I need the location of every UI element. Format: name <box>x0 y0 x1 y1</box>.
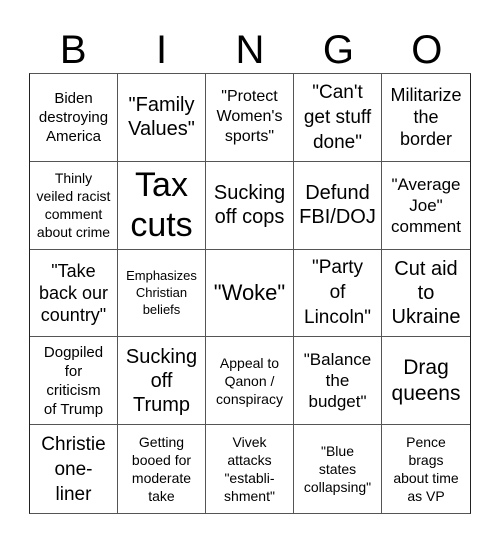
cell-text: "Protect Women's sports" <box>216 88 283 146</box>
cell-text: Pence brags about time as VP <box>393 434 459 505</box>
bingo-cell[interactable]: Cut aid to Ukraine <box>382 250 470 338</box>
bingo-cell[interactable]: Thinly veiled racist comment about crime <box>30 161 118 250</box>
cell-text: Dogpiled for criticism of Trump <box>43 343 104 418</box>
bingo-cell[interactable]: Defund FBI/DOJ <box>294 161 382 250</box>
cell-text: Drag queens <box>391 355 461 405</box>
bingo-cell[interactable]: "Take back our country" <box>30 249 118 338</box>
cell-text: Sucking off cops <box>213 182 286 229</box>
bingo-cell[interactable]: Biden destroying America <box>30 74 118 162</box>
cell-text: Vivek attacks "establi- shment" <box>224 434 275 505</box>
header-letter-g: G <box>322 28 354 72</box>
bingo-cell[interactable]: "Family Values" <box>118 74 206 162</box>
bingo-cell[interactable]: "Average Joe" comment <box>382 162 470 250</box>
bingo-header: B I N G O <box>29 28 471 73</box>
bingo-cell[interactable]: Appeal to Qanon / conspiracy <box>206 337 294 426</box>
bingo-cell[interactable]: Sucking off Trump <box>118 337 206 426</box>
cell-text: "Can't get stuff done" <box>303 81 372 153</box>
header-letter-i: I <box>156 28 168 72</box>
bingo-cell[interactable]: Emphasizes Christian beliefs <box>118 249 206 338</box>
bingo-cell[interactable]: Dogpiled for criticism of Trump <box>30 337 118 426</box>
cell-text: Cut aid to Ukraine <box>391 257 461 328</box>
bingo-cell[interactable]: "Blue states collapsing" <box>294 425 382 513</box>
cell-text: Sucking off Trump <box>125 345 198 416</box>
cell-text: Militarize the border <box>390 85 462 150</box>
header-letter-b: B <box>59 28 87 72</box>
bingo-cell[interactable]: "Can't get stuff done" <box>294 74 382 162</box>
cell-text: "Party of Lincoln" <box>304 257 371 329</box>
cell-text: "Balance the budget" <box>303 350 372 412</box>
cell-text: "Blue states collapsing" <box>303 443 372 496</box>
cell-text: Christie one- liner <box>41 433 106 505</box>
cell-text: Biden destroying America <box>38 89 109 145</box>
cell-text: "Family Values" <box>128 94 195 141</box>
bingo-cell[interactable]: Tax cuts <box>118 161 206 250</box>
cell-text: Getting booed for moderate take <box>131 434 192 505</box>
cell-text: Defund FBI/DOJ <box>299 182 376 229</box>
cell-text: Appeal to Qanon / conspiracy <box>216 354 283 407</box>
cell-text: Tax cuts <box>130 166 193 245</box>
cell-text: Thinly veiled racist comment about crime <box>36 170 111 241</box>
bingo-cell[interactable]: Drag queens <box>382 337 470 426</box>
cell-text: "Woke" <box>213 279 286 305</box>
bingo-cell[interactable]: Pence brags about time as VP <box>382 425 470 513</box>
bingo-cell[interactable]: Christie one- liner <box>30 425 118 513</box>
cell-text: "Take back our country" <box>38 260 109 325</box>
bingo-cell[interactable]: "Balance the budget" <box>294 337 382 426</box>
bingo-cell[interactable]: "Protect Women's sports" <box>206 74 294 162</box>
bingo-cell[interactable]: "Woke" <box>206 249 294 338</box>
bingo-cell[interactable]: Militarize the border <box>382 74 470 162</box>
header-letter-n: N <box>235 28 265 72</box>
bingo-cell[interactable]: Getting booed for moderate take <box>118 425 206 513</box>
bingo-card-grid: Biden destroying America "Family Values"… <box>29 73 471 514</box>
header-letter-o: O <box>411 28 443 72</box>
bingo-cell[interactable]: Sucking off cops <box>206 161 294 250</box>
cell-text: Emphasizes Christian beliefs <box>126 268 197 318</box>
cell-text: "Average Joe" comment <box>391 174 461 236</box>
bingo-cell[interactable]: Vivek attacks "establi- shment" <box>206 425 294 513</box>
bingo-cell[interactable]: "Party of Lincoln" <box>294 249 382 338</box>
